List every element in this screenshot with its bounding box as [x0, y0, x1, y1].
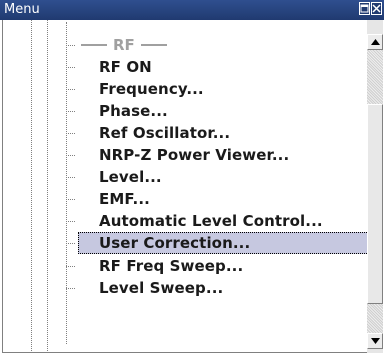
tree-connector: [66, 66, 75, 68]
vertical-scrollbar[interactable]: [367, 20, 383, 353]
tree-connector: [66, 132, 75, 134]
tree-connector: [66, 220, 75, 222]
menu-item-label: RF ON: [99, 58, 152, 76]
restore-icon[interactable]: [359, 2, 370, 15]
tree-guide-line: [31, 20, 32, 353]
section-header-label: RF: [113, 36, 135, 54]
tree-connector: [66, 110, 75, 112]
tree-connector: [66, 198, 75, 200]
menu-item-label: RF Freq Sweep...: [99, 257, 244, 275]
header-rule-right: [140, 44, 167, 46]
title-bar[interactable]: Menu: [0, 0, 384, 20]
menu-item-label: Level...: [99, 168, 162, 186]
tree-connector: [66, 176, 75, 178]
menu-item-label: User Correction...: [99, 234, 251, 252]
menu-item-rf-freq-sweep[interactable]: RF Freq Sweep...: [66, 255, 369, 277]
menu-item-label: Level Sweep...: [99, 279, 224, 297]
menu-item-label: Frequency...: [99, 80, 204, 98]
menu-item-level[interactable]: Level...: [66, 166, 369, 188]
arrow-down-icon[interactable]: [367, 333, 383, 349]
menu-item-rf-on[interactable]: RF ON: [66, 56, 369, 78]
menu-item-label: Ref Oscillator...: [99, 124, 231, 142]
scroll-thumb[interactable]: [367, 104, 383, 304]
tree-connector: [66, 88, 75, 90]
scroll-track[interactable]: [367, 304, 383, 333]
menu-item-frequency[interactable]: Frequency...: [66, 78, 369, 100]
menu-tree: RF RF ON Frequency... Phase... Ref Oscil…: [2, 20, 383, 353]
menu-item-emf[interactable]: EMF...: [66, 188, 369, 210]
menu-item-label: NRP-Z Power Viewer...: [99, 146, 290, 164]
title-controls: [359, 2, 382, 18]
menu-item-ref-oscillator[interactable]: Ref Oscillator...: [66, 122, 369, 144]
tree-guide-line: [47, 20, 48, 353]
tree-connector: [66, 44, 75, 46]
menu-item-user-correction[interactable]: User Correction...: [66, 232, 369, 254]
menu-item-nrp-z-power-viewer[interactable]: NRP-Z Power Viewer...: [66, 144, 369, 166]
menu-item-label: Automatic Level Control...: [99, 212, 323, 230]
menu-item-label: EMF...: [99, 190, 150, 208]
header-rule-left: [81, 44, 107, 46]
arrow-up-icon[interactable]: [367, 34, 383, 50]
tree-connector: [66, 287, 75, 289]
section-header-rf: RF: [66, 34, 369, 56]
tree-connector: [66, 154, 75, 156]
menu-item-automatic-level-control[interactable]: Automatic Level Control...: [66, 210, 369, 232]
menu-item-phase[interactable]: Phase...: [66, 100, 369, 122]
menu-item-level-sweep[interactable]: Level Sweep...: [66, 277, 369, 299]
scroll-track[interactable]: [367, 50, 383, 104]
menu-item-label: Phase...: [99, 102, 168, 120]
tree-connector: [66, 265, 75, 267]
tree-connector: [66, 242, 75, 244]
menu-window: Menu RF RF ON Frequency... Phase... Ref …: [0, 0, 384, 355]
close-icon[interactable]: [371, 2, 382, 15]
window-title: Menu: [4, 2, 40, 17]
